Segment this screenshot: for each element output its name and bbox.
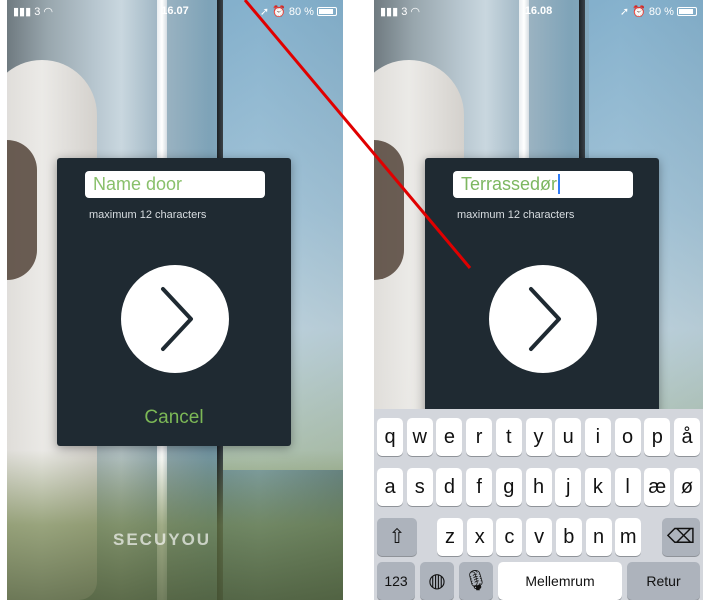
key-g[interactable]: g bbox=[495, 468, 522, 506]
key-v[interactable]: v bbox=[526, 518, 553, 556]
location-icon: ➚ bbox=[259, 6, 270, 18]
secuyou-logo: SECUYOU bbox=[113, 530, 212, 549]
key-r[interactable]: r bbox=[466, 418, 493, 456]
key-m[interactable]: m bbox=[615, 518, 642, 556]
cancel-button[interactable]: Cancel bbox=[57, 407, 291, 429]
alarm-icon: ⏰ bbox=[632, 6, 646, 18]
character-limit-hint: maximum 12 characters bbox=[457, 209, 575, 221]
key-ø[interactable]: ø bbox=[674, 468, 700, 506]
door-name-value: Terrassedør bbox=[461, 174, 558, 194]
key-p[interactable]: p bbox=[644, 418, 671, 456]
key-y[interactable]: y bbox=[525, 418, 552, 456]
name-door-dialog: maximum 12 characters Cancel bbox=[57, 158, 291, 446]
onscreen-keyboard: qwertyuiopå asdfghjklæø zxcvbnm ⇧ ⌫ 123 … bbox=[374, 409, 703, 600]
key-å[interactable]: å bbox=[674, 418, 700, 456]
key-n[interactable]: n bbox=[585, 518, 612, 556]
location-icon: ➚ bbox=[619, 6, 630, 18]
key-i[interactable]: i bbox=[584, 418, 611, 456]
key-k[interactable]: k bbox=[584, 468, 611, 506]
backspace-icon: ⌫ bbox=[666, 526, 696, 548]
key-c[interactable]: c bbox=[496, 518, 523, 556]
globe-icon: ◍ bbox=[428, 570, 446, 592]
shift-icon: ⇧ bbox=[388, 526, 406, 548]
key-d[interactable]: d bbox=[436, 468, 463, 506]
globe-key[interactable]: ◍ bbox=[420, 562, 454, 600]
key-f[interactable]: f bbox=[466, 468, 493, 506]
backspace-key[interactable]: ⌫ bbox=[662, 518, 700, 556]
key-h[interactable]: h bbox=[525, 468, 552, 506]
chevron-right-icon bbox=[161, 287, 193, 351]
battery-icon bbox=[677, 7, 697, 16]
door-name-input[interactable] bbox=[85, 171, 265, 198]
chevron-right-icon bbox=[529, 287, 561, 351]
name-door-dialog: Terrassedør maximum 12 characters bbox=[425, 158, 659, 418]
key-j[interactable]: j bbox=[555, 468, 582, 506]
character-limit-hint: maximum 12 characters bbox=[89, 209, 207, 221]
comparison-stage: ▮▮▮ 3 ◠ 16.07 ➚ ⏰ 80 % maximum 12 charac… bbox=[0, 0, 703, 600]
key-t[interactable]: t bbox=[495, 418, 522, 456]
key-w[interactable]: w bbox=[406, 418, 433, 456]
space-key[interactable]: Mellemrum bbox=[498, 562, 622, 600]
status-right: ➚ ⏰ 80 % bbox=[620, 5, 697, 18]
next-button[interactable] bbox=[121, 265, 229, 373]
microphone-icon: 🎙 bbox=[463, 570, 489, 592]
door-name-input[interactable]: Terrassedør bbox=[453, 171, 633, 198]
key-e[interactable]: e bbox=[436, 418, 463, 456]
shift-key[interactable]: ⇧ bbox=[377, 518, 417, 556]
key-b[interactable]: b bbox=[555, 518, 582, 556]
text-cursor bbox=[558, 174, 561, 194]
key-l[interactable]: l bbox=[614, 468, 641, 506]
key-s[interactable]: s bbox=[406, 468, 433, 506]
key-o[interactable]: o bbox=[614, 418, 641, 456]
key-æ[interactable]: æ bbox=[644, 468, 671, 506]
alarm-icon: ⏰ bbox=[272, 6, 286, 18]
dictation-key[interactable]: 🎙 bbox=[459, 562, 493, 600]
status-right: ➚ ⏰ 80 % bbox=[260, 5, 337, 18]
key-a[interactable]: a bbox=[377, 468, 403, 506]
status-bar: ▮▮▮ 3 ◠ 16.08 ➚ ⏰ 80 % bbox=[374, 0, 703, 22]
key-u[interactable]: u bbox=[555, 418, 582, 456]
numbers-key[interactable]: 123 bbox=[377, 562, 415, 600]
status-bar: ▮▮▮ 3 ◠ 16.07 ➚ ⏰ 80 % bbox=[7, 0, 343, 22]
phone-screen-left: ▮▮▮ 3 ◠ 16.07 ➚ ⏰ 80 % maximum 12 charac… bbox=[7, 0, 343, 600]
next-button[interactable] bbox=[489, 265, 597, 373]
battery-icon bbox=[317, 7, 337, 16]
key-q[interactable]: q bbox=[377, 418, 403, 456]
return-key[interactable]: Retur bbox=[627, 562, 700, 600]
key-x[interactable]: x bbox=[466, 518, 493, 556]
key-z[interactable]: z bbox=[437, 518, 463, 556]
phone-screen-right: ▮▮▮ 3 ◠ 16.08 ➚ ⏰ 80 % Terrassedør maxim… bbox=[374, 0, 703, 600]
